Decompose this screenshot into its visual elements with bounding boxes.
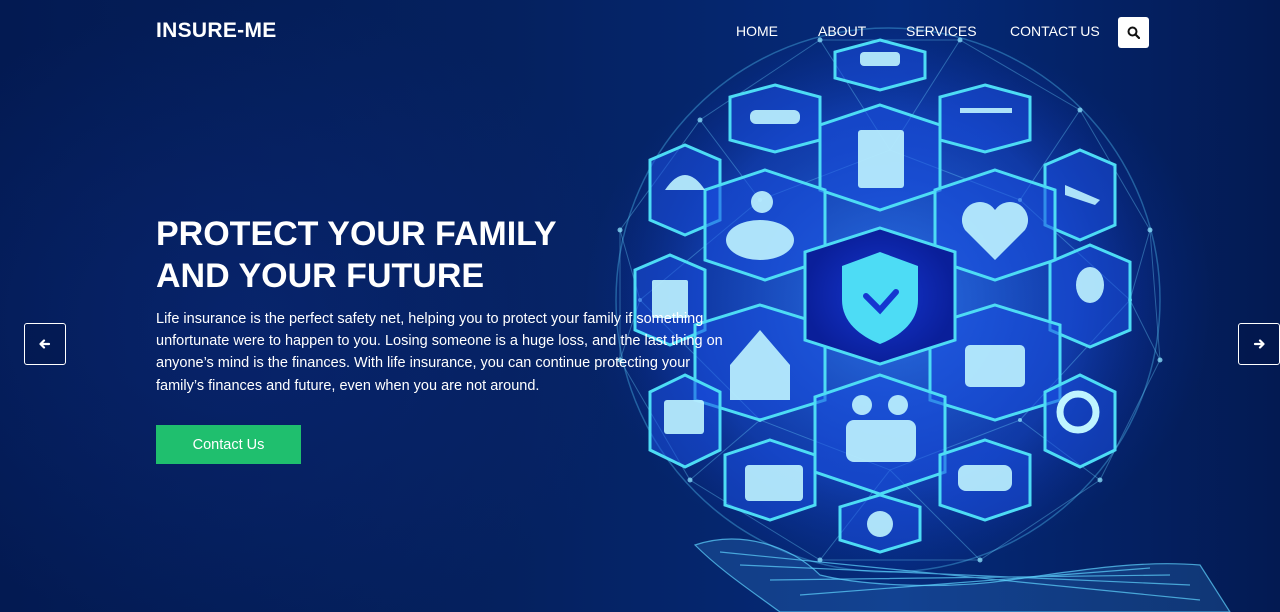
hex-lifebuoy [1043, 373, 1117, 469]
contact-us-button[interactable]: Contact Us [156, 425, 301, 464]
nav-services[interactable]: SERVICES [906, 23, 977, 39]
hero-headline: PROTECT YOUR FAMILY AND YOUR FUTURE [156, 213, 636, 297]
nav-contact-us[interactable]: CONTACT US [1010, 23, 1100, 39]
navbar: INSURE-ME HOME ABOUT SERVICES CONTACT US [0, 0, 1280, 64]
coin-icon [751, 191, 773, 213]
wallet-icon [965, 345, 1025, 387]
clipboard-icon [858, 130, 904, 188]
car-icon [958, 465, 1012, 491]
hero-description: Life insurance is the perfect safety net… [156, 311, 723, 394]
hero-banner: INSURE-ME HOME ABOUT SERVICES CONTACT US… [0, 0, 1280, 612]
hero-headline-line2: AND YOUR FUTURE [156, 257, 485, 295]
carousel-next-button[interactable] [1238, 323, 1280, 365]
family-icon [852, 395, 872, 415]
scales-icon [960, 108, 1012, 113]
site-logo[interactable]: INSURE-ME [156, 19, 277, 43]
nav-home[interactable]: HOME [736, 23, 778, 39]
arrow-right-icon [1253, 339, 1265, 349]
lightbulb-icon [1076, 267, 1104, 303]
hex-scales [938, 83, 1032, 154]
globe-icon [867, 511, 893, 537]
piggy-bank-icon [726, 220, 794, 260]
briefcase-icon [745, 465, 803, 501]
insurance-globe-illustration [615, 27, 1231, 612]
hero-headline-line1: PROTECT YOUR FAMILY [156, 215, 557, 253]
arrow-left-icon [39, 339, 51, 349]
search-button[interactable] [1118, 17, 1149, 48]
carousel-prev-button[interactable] [24, 323, 66, 365]
medical-kit-icon [664, 400, 704, 434]
nav-about[interactable]: ABOUT [818, 23, 866, 39]
handshake-icon [750, 110, 800, 124]
search-icon [1127, 26, 1140, 39]
